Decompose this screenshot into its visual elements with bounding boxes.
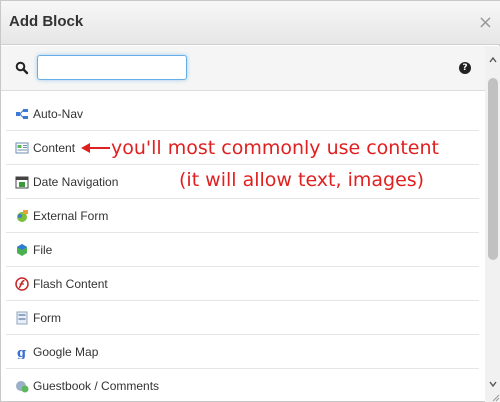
block-item-label: Guestbook / Comments — [33, 379, 160, 393]
block-item-label: Google Map — [33, 345, 99, 359]
file-icon — [17, 244, 27, 256]
block-item-file[interactable]: File — [6, 233, 479, 267]
resize-grip-icon[interactable] — [491, 393, 500, 402]
scrollbar[interactable] — [485, 46, 500, 402]
google-map-icon: g — [17, 346, 26, 359]
search-icon — [15, 61, 29, 75]
annotation-line-2: (it will allow text, images) — [179, 169, 425, 191]
block-item-label: File — [33, 243, 53, 257]
block-item-form[interactable]: Form — [6, 301, 479, 335]
block-item-label: Flash Content — [33, 277, 108, 291]
dialog-title: Add Block — [9, 13, 84, 30]
guestbook-icon — [16, 381, 29, 393]
block-item-label: Content — [33, 141, 76, 155]
dialog-titlebar: Add Block × — [1, 1, 500, 45]
block-item-label: Date Navigation — [33, 175, 119, 189]
svg-text:g: g — [17, 346, 26, 359]
block-item-label: Form — [33, 311, 61, 325]
scrollbar-thumb[interactable] — [488, 78, 498, 260]
block-item-auto-nav[interactable]: Auto-Nav — [6, 97, 479, 131]
annotation-line-1: you'll most commonly use content — [111, 137, 439, 159]
block-item-flash-content[interactable]: Flash Content — [6, 267, 479, 301]
block-item-label: Auto-Nav — [33, 107, 84, 121]
scroll-up-icon[interactable] — [489, 56, 497, 64]
block-item-guestbook[interactable]: Guestbook / Comments — [6, 369, 479, 402]
date-navigation-icon — [15, 176, 29, 189]
form-icon — [16, 311, 28, 325]
block-item-label: External Form — [33, 209, 109, 223]
scroll-down-icon[interactable] — [489, 380, 497, 388]
auto-nav-icon — [16, 109, 28, 119]
search-bar — [1, 46, 500, 91]
help-icon[interactable]: ? — [459, 62, 471, 74]
close-icon[interactable]: × — [478, 13, 493, 33]
block-item-google-map[interactable]: g Google Map — [6, 335, 479, 369]
external-form-icon — [17, 210, 28, 222]
search-input[interactable] — [37, 55, 187, 80]
annotation-arrow-icon — [81, 143, 110, 153]
block-item-external-form[interactable]: External Form — [6, 199, 479, 233]
content-icon — [15, 142, 29, 154]
flash-content-icon — [15, 277, 29, 291]
add-block-dialog: Add Block × ? Auto-Nav Content Date Navi… — [0, 0, 500, 402]
